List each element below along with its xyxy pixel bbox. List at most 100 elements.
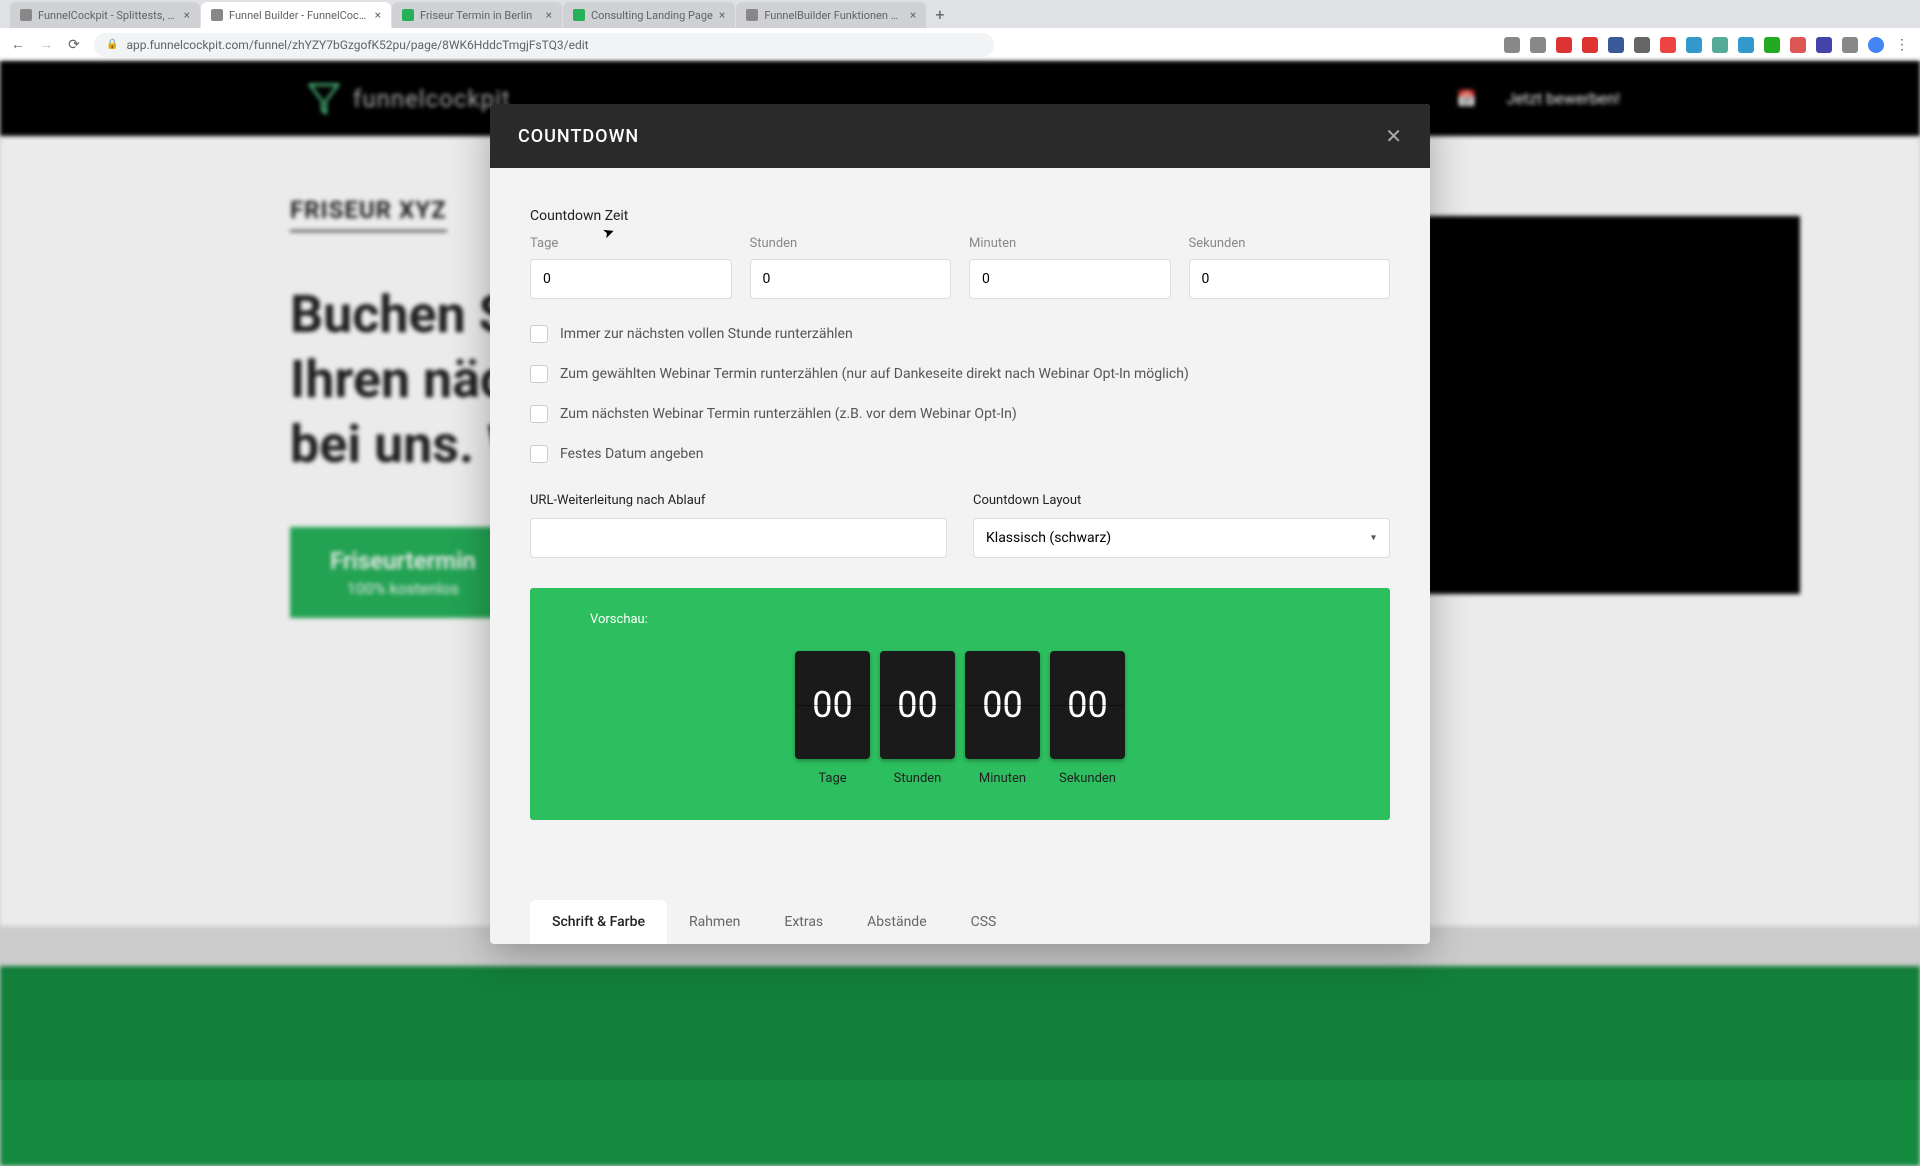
close-icon[interactable]: ✕ bbox=[1385, 124, 1402, 148]
extension-icon[interactable] bbox=[1686, 37, 1702, 53]
profile-icon[interactable] bbox=[1868, 37, 1884, 53]
extension-icon[interactable] bbox=[1608, 37, 1624, 53]
lock-icon: 🔒 bbox=[106, 39, 118, 50]
countdown-hours: 00 Stunden bbox=[880, 651, 955, 786]
tab-close-icon[interactable]: × bbox=[546, 8, 552, 22]
browser-tab[interactable]: FunnelBuilder Funktionen & El × bbox=[736, 2, 926, 28]
checkbox[interactable] bbox=[530, 325, 548, 343]
tab-strip: FunnelCockpit - Splittests, Ma × Funnel B… bbox=[0, 0, 1920, 28]
forward-button[interactable]: → bbox=[38, 36, 54, 53]
time-row: Tage Stunden Minuten Sekunden bbox=[530, 236, 1390, 299]
countdown-caption: Sekunden bbox=[1050, 771, 1125, 786]
browser-tab[interactable]: Friseur Termin in Berlin × bbox=[392, 2, 562, 28]
seconds-input[interactable] bbox=[1189, 259, 1391, 299]
extension-icon[interactable] bbox=[1790, 37, 1806, 53]
countdown-caption: Minuten bbox=[965, 771, 1040, 786]
checkbox-label: Zum gewählten Webinar Termin runterzähle… bbox=[560, 366, 1189, 382]
checkbox-row-webinar-selected[interactable]: Zum gewählten Webinar Termin runterzähle… bbox=[530, 365, 1390, 383]
modal-title: COUNTDOWN bbox=[518, 126, 639, 147]
modal-header: COUNTDOWN ✕ bbox=[490, 104, 1430, 168]
favicon-icon bbox=[20, 9, 32, 21]
browser-toolbar: ← → ⟳ 🔒 app.funnelcockpit.com/funnel/zhY… bbox=[0, 28, 1920, 61]
tab-title: FunnelCockpit - Splittests, Ma bbox=[38, 9, 178, 22]
browser-tab[interactable]: FunnelCockpit - Splittests, Ma × bbox=[10, 2, 200, 28]
countdown-tile: 00 bbox=[795, 651, 870, 759]
checkbox-label: Festes Datum angeben bbox=[560, 446, 703, 462]
favicon-icon bbox=[746, 9, 758, 21]
extension-icon[interactable] bbox=[1712, 37, 1728, 53]
extension-icon[interactable] bbox=[1530, 37, 1546, 53]
tab-title: Funnel Builder - FunnelCockpit bbox=[229, 9, 369, 22]
back-button[interactable]: ← bbox=[10, 36, 26, 53]
favicon-icon bbox=[573, 9, 585, 21]
countdown-seconds: 00 Sekunden bbox=[1050, 651, 1125, 786]
extension-icon[interactable] bbox=[1634, 37, 1650, 53]
checkbox[interactable] bbox=[530, 405, 548, 423]
tab-spacing[interactable]: Abstände bbox=[845, 900, 948, 944]
reload-button[interactable]: ⟳ bbox=[66, 37, 82, 53]
checkbox-row-full-hour[interactable]: Immer zur nächsten vollen Stunde runterz… bbox=[530, 325, 1390, 343]
browser-chrome: FunnelCockpit - Splittests, Ma × Funnel B… bbox=[0, 0, 1920, 61]
url-text: app.funnelcockpit.com/funnel/zhYZY7bGzgo… bbox=[126, 38, 588, 52]
time-col-days: Tage bbox=[530, 236, 732, 299]
checkbox-row-next-webinar[interactable]: Zum nächsten Webinar Termin runterzählen… bbox=[530, 405, 1390, 423]
style-tabs: Schrift & Farbe Rahmen Extras Abstände C… bbox=[490, 900, 1430, 944]
browser-tab-active[interactable]: Funnel Builder - FunnelCockpit × bbox=[201, 2, 391, 28]
extension-icon[interactable] bbox=[1842, 37, 1858, 53]
tab-close-icon[interactable]: × bbox=[375, 8, 381, 22]
time-col-hours: Stunden bbox=[750, 236, 952, 299]
hours-label: Stunden bbox=[750, 236, 952, 251]
countdown-minutes: 00 Minuten bbox=[965, 651, 1040, 786]
checkbox[interactable] bbox=[530, 445, 548, 463]
extension-icon[interactable] bbox=[1582, 37, 1598, 53]
tab-title: FunnelBuilder Funktionen & El bbox=[764, 9, 904, 22]
tab-css[interactable]: CSS bbox=[949, 900, 1019, 944]
tab-border[interactable]: Rahmen bbox=[667, 900, 762, 944]
time-col-seconds: Sekunden bbox=[1189, 236, 1391, 299]
preview-label: Vorschau: bbox=[590, 612, 1330, 627]
tab-extras[interactable]: Extras bbox=[762, 900, 845, 944]
countdown-tile: 00 bbox=[1050, 651, 1125, 759]
extension-icon[interactable] bbox=[1816, 37, 1832, 53]
tab-title: Consulting Landing Page bbox=[591, 9, 713, 22]
menu-icon[interactable]: ⋮ bbox=[1894, 37, 1910, 53]
extension-icon[interactable] bbox=[1738, 37, 1754, 53]
checkbox-label: Zum nächsten Webinar Termin runterzählen… bbox=[560, 406, 1017, 422]
new-tab-button[interactable]: + bbox=[927, 1, 952, 28]
checkbox-row-fixed-date[interactable]: Festes Datum angeben bbox=[530, 445, 1390, 463]
layout-select[interactable] bbox=[973, 518, 1390, 558]
countdown-caption: Stunden bbox=[880, 771, 955, 786]
modal-body: Countdown Zeit Tage Stunden Minuten Seku… bbox=[490, 168, 1430, 820]
countdown-tile: 00 bbox=[880, 651, 955, 759]
extension-icon[interactable] bbox=[1764, 37, 1780, 53]
browser-tab[interactable]: Consulting Landing Page × bbox=[563, 2, 735, 28]
section-label: Countdown Zeit bbox=[530, 208, 1390, 224]
layout-col: Countdown Layout ▾ bbox=[973, 493, 1390, 558]
countdown-tile: 00 bbox=[965, 651, 1040, 759]
tab-title: Friseur Termin in Berlin bbox=[420, 9, 540, 22]
checkbox-label: Immer zur nächsten vollen Stunde runterz… bbox=[560, 326, 853, 342]
tab-close-icon[interactable]: × bbox=[184, 8, 190, 22]
extension-icon[interactable] bbox=[1504, 37, 1520, 53]
days-input[interactable] bbox=[530, 259, 732, 299]
url-bar[interactable]: 🔒 app.funnelcockpit.com/funnel/zhYZY7bGz… bbox=[94, 33, 994, 57]
tab-close-icon[interactable]: × bbox=[719, 8, 725, 22]
countdown-caption: Tage bbox=[795, 771, 870, 786]
extension-icon[interactable] bbox=[1556, 37, 1572, 53]
url-redirect-label: URL-Weiterleitung nach Ablauf bbox=[530, 493, 947, 508]
url-redirect-col: URL-Weiterleitung nach Ablauf bbox=[530, 493, 947, 558]
hours-input[interactable] bbox=[750, 259, 952, 299]
extension-icon[interactable] bbox=[1660, 37, 1676, 53]
checkbox[interactable] bbox=[530, 365, 548, 383]
countdown-days: 00 Tage bbox=[795, 651, 870, 786]
tab-font-color[interactable]: Schrift & Farbe bbox=[530, 900, 667, 944]
two-col-row: URL-Weiterleitung nach Ablauf Countdown … bbox=[530, 493, 1390, 558]
countdown-preview: Vorschau: 00 Tage 00 Stunden 00 Minuten … bbox=[530, 588, 1390, 820]
minutes-input[interactable] bbox=[969, 259, 1171, 299]
favicon-icon bbox=[211, 9, 223, 21]
extensions-area: ⋮ bbox=[1504, 37, 1910, 53]
url-redirect-input[interactable] bbox=[530, 518, 947, 558]
countdown-modal: COUNTDOWN ✕ Countdown Zeit Tage Stunden … bbox=[490, 104, 1430, 944]
tab-close-icon[interactable]: × bbox=[910, 8, 916, 22]
countdown-row: 00 Tage 00 Stunden 00 Minuten 00 Sekunde… bbox=[590, 651, 1330, 786]
